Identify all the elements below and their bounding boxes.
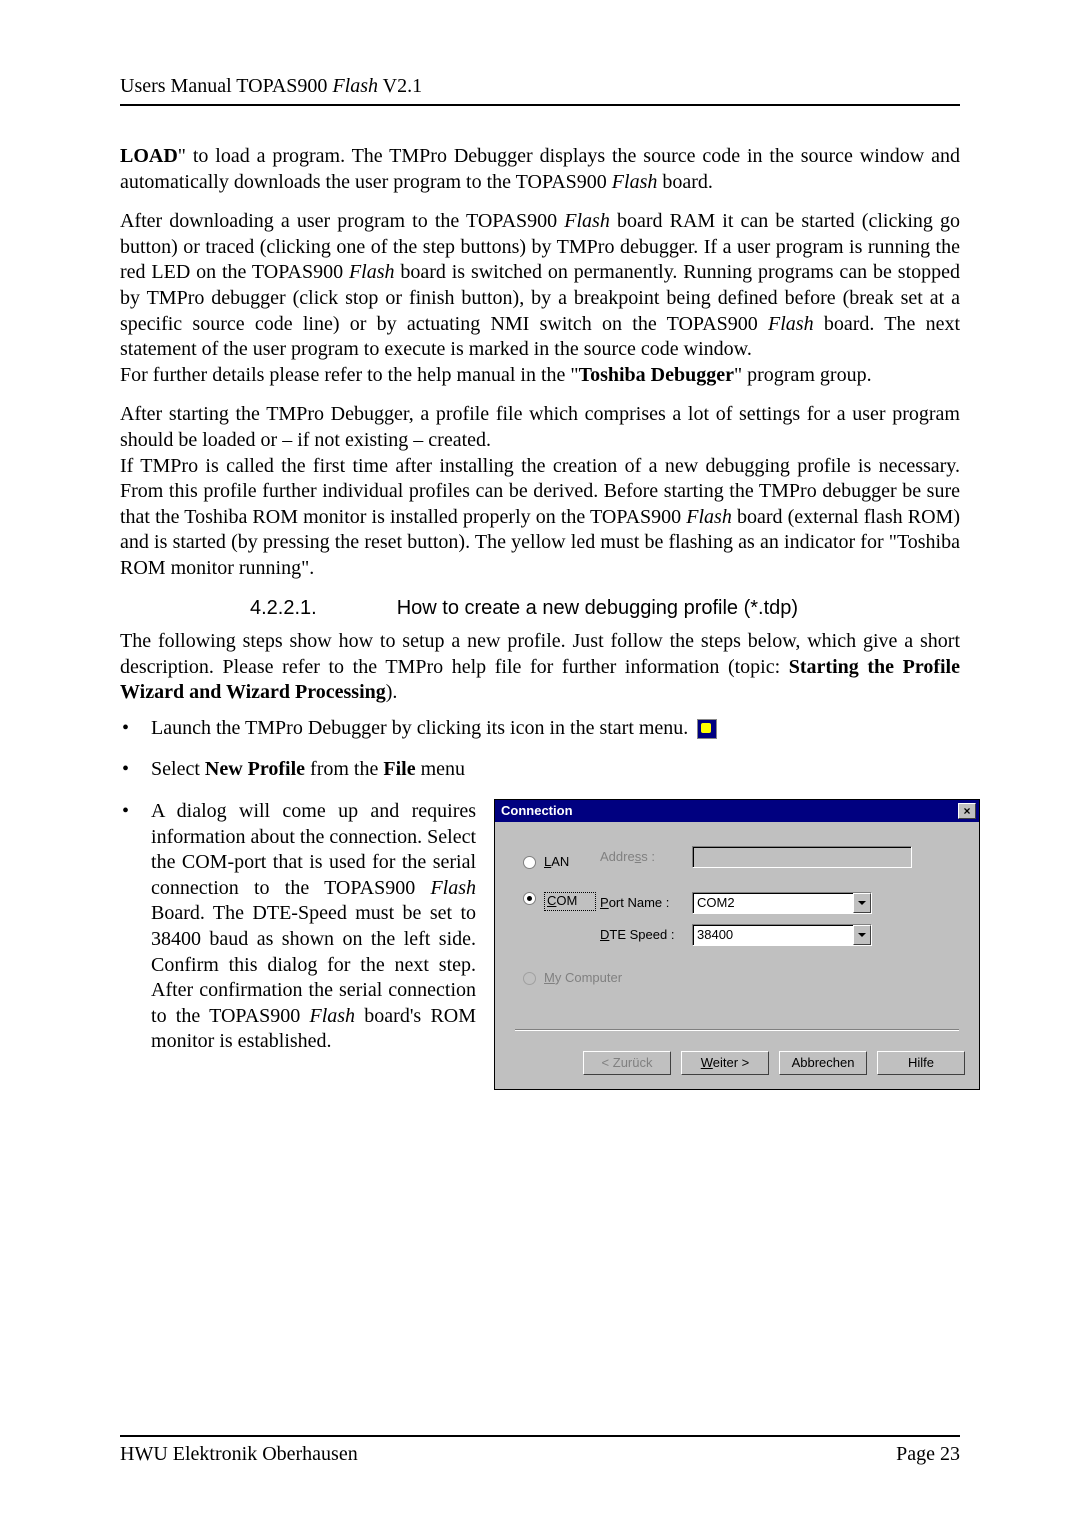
page-header: Users Manual TOPAS900 Flash V2.1 [120,75,960,106]
mycomputer-row: My Computer [523,970,951,987]
para-following-steps: The following steps show how to setup a … [120,629,960,706]
help-button[interactable]: Hilfe [877,1051,965,1075]
debugger-icon [697,719,717,739]
close-icon[interactable]: × [958,803,976,819]
port-name-value: COM2 [693,893,853,913]
section-number: 4.2.2.1. [250,596,317,622]
dte-speed-value: 38400 [693,925,853,945]
bullet-list: Launch the TMPro Debugger by clicking it… [120,716,960,1090]
chevron-down-icon[interactable] [853,893,871,913]
next-button[interactable]: Weiter > [681,1051,769,1075]
section-title: How to create a new debugging profile (*… [397,597,798,619]
cancel-button[interactable]: Abbrechen [779,1051,867,1075]
footer-left: HWU Elektronik Oberhausen [120,1443,358,1466]
back-button: < Zurück [583,1051,671,1075]
mycomputer-radio [523,972,536,985]
para-further-details: For further details please refer to the … [120,363,960,389]
lan-radio[interactable] [523,856,536,869]
bullet-dialog: A dialog will come up and requires infor… [120,799,960,1090]
dte-speed-combo[interactable]: 38400 [692,924,872,946]
body-content: LOAD" to load a program. The TMPro Debug… [120,144,960,1090]
lan-label: LAN [544,854,596,871]
dialog-titlebar: Connection × [495,800,979,822]
load-bold: LOAD [120,145,178,167]
bullet-new-profile: Select New Profile from the File menu [120,757,960,783]
chevron-down-icon[interactable] [853,925,871,945]
section-heading: 4.2.2.1. How to create a new debugging pr… [250,596,960,622]
dte-speed-label: DTE Speed : [600,927,692,944]
connection-dialog: Connection × LAN Address : [494,799,980,1090]
address-label: Address : [600,849,692,866]
para-after-starting: After starting the TMPro Debugger, a pro… [120,402,960,453]
lan-row: LAN Address : [523,846,951,878]
com-label: COM [544,892,596,911]
dialog-button-row: < Zurück Weiter > Abbrechen Hilfe [495,1051,979,1089]
dialog-separator [515,1029,959,1031]
page-footer: HWU Elektronik Oberhausen Page 23 [120,1435,960,1466]
para-if-tmpro: If TMPro is called the first time after … [120,454,960,582]
dialog-title: Connection [501,803,573,820]
com-row: COM Port Name : COM2 [523,892,951,956]
header-suffix: V2.1 [378,75,422,97]
port-name-label: Port Name : [600,895,692,912]
header-italic: Flash [332,75,378,97]
para-load: LOAD" to load a program. The TMPro Debug… [120,144,960,195]
para-after-download: After downloading a user program to the … [120,209,960,363]
com-radio[interactable] [523,892,536,905]
address-input [692,846,912,868]
header-prefix: Users Manual TOPAS900 [120,75,332,97]
mycomputer-label: My Computer [544,970,622,987]
footer-right: Page 23 [896,1443,960,1466]
bullet-launch: Launch the TMPro Debugger by clicking it… [120,716,960,742]
bullet-dialog-text: A dialog will come up and requires infor… [151,799,476,1090]
port-name-combo[interactable]: COM2 [692,892,872,914]
